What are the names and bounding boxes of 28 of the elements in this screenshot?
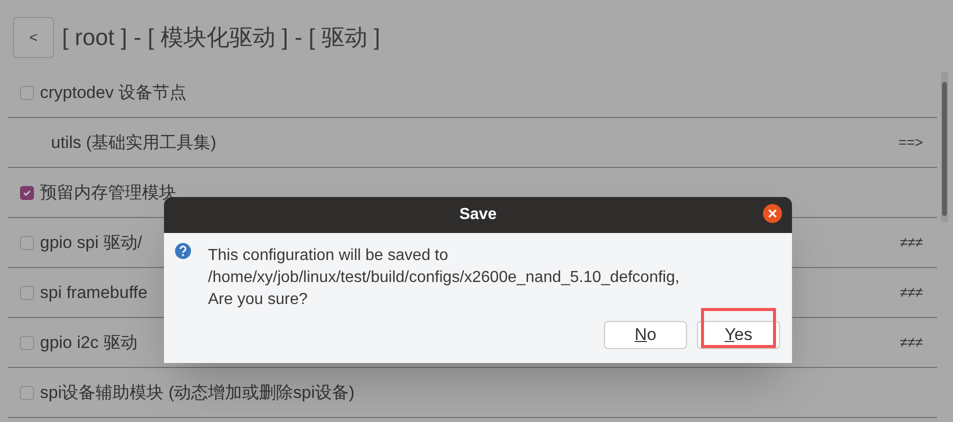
checkbox[interactable] [20, 186, 34, 200]
option-label: spi framebuffe [40, 282, 148, 304]
back-button[interactable]: < [13, 17, 54, 58]
option-label: spi设备辅助模块 (动态增加或删除spi设备) [40, 382, 355, 404]
row-marker: ==> [898, 133, 923, 152]
check-icon [22, 188, 32, 198]
option-label: gpio i2c 驱动 [40, 332, 138, 354]
row-marker: ≠≠≠ [900, 283, 923, 302]
checkbox[interactable] [20, 86, 34, 100]
row-marker: ≠≠≠ [900, 333, 923, 352]
dialog-title: Save [459, 205, 497, 225]
message-line: This configuration will be saved to [208, 246, 450, 266]
checkbox[interactable] [20, 236, 34, 250]
option-label: gpio spi 驱动/ [40, 232, 142, 254]
submenu-item[interactable]: utils (基础实用工具集) [51, 130, 216, 156]
scrollbar-thumb[interactable] [942, 82, 947, 216]
row-marker: ≠≠≠ [900, 233, 923, 252]
question-icon [175, 243, 191, 259]
page-title: [ root ] - [ 模块化驱动 ] - [ 驱动 ] [62, 23, 380, 52]
checkbox[interactable] [20, 336, 34, 350]
scrollbar[interactable] [941, 72, 948, 222]
option-label: cryptodev 设备节点 [40, 82, 186, 104]
message-line: Are you sure? [208, 290, 309, 310]
checkbox[interactable] [20, 286, 34, 300]
dialog-button[interactable]: No [604, 321, 687, 349]
checkbox[interactable] [20, 386, 34, 400]
close-icon[interactable] [763, 204, 782, 223]
message-line: /home/xy/job/linux/test/build/configs/x2600e_nand_5.10_defconfig, [208, 268, 680, 288]
